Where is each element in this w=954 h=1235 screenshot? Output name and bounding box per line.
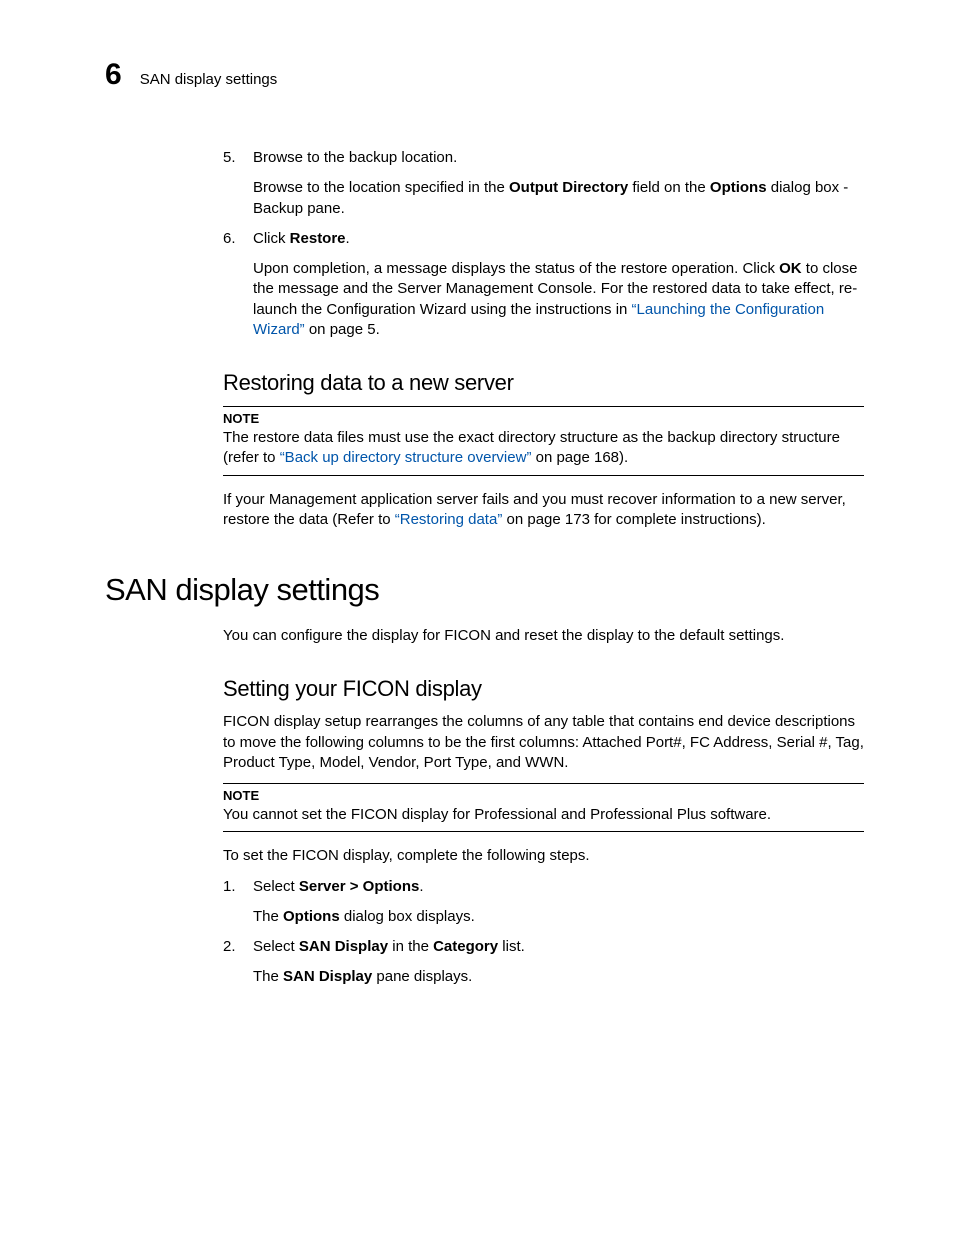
text: The [253,908,283,925]
page-header: 6 SAN display settings [105,58,864,92]
text: Click [253,230,290,247]
bold-text: Output Directory [509,179,628,196]
note-label: NOTE [223,411,864,426]
bold-text: Category [433,938,498,955]
step-body: Select Server > Options. The Options dia… [253,877,864,928]
step-sub: The Options dialog box displays. [253,907,864,927]
heading-restoring-new-server: Restoring data to a new server [223,370,864,396]
bold-text: SAN Display [299,938,388,955]
bold-text: Options [283,908,340,925]
heading-san-display-settings: SAN display settings [105,572,864,608]
text: . [346,230,350,247]
text: on page 5. [305,321,380,338]
text: Browse to the location specified in the [253,179,509,196]
text: Select [253,938,299,955]
text: pane displays. [372,968,472,985]
step-body: Click Restore. Upon completion, a messag… [253,229,864,340]
step-number: 5. [223,148,241,219]
text: Upon completion, a message displays the … [253,260,779,277]
step-number: 6. [223,229,241,340]
bold-text: Restore [290,230,346,247]
ficon-step-2: 2. Select SAN Display in the Category li… [223,937,864,988]
paragraph: To set the FICON display, complete the f… [223,846,864,866]
step-sub: Upon completion, a message displays the … [253,259,864,340]
ficon-step-1: 1. Select Server > Options. The Options … [223,877,864,928]
text: field on the [628,179,710,196]
text: on page 168). [531,449,628,466]
text: Select [253,878,299,895]
step-sub: Browse to the location specified in the … [253,178,864,219]
note-block: NOTE You cannot set the FICON display fo… [223,783,864,832]
note-block: NOTE The restore data files must use the… [223,406,864,476]
step-6: 6. Click Restore. Upon completion, a mes… [223,229,864,340]
bold-text: OK [779,260,802,277]
running-title: SAN display settings [140,71,278,88]
text: in the [388,938,433,955]
note-text: You cannot set the FICON display for Pro… [223,805,864,825]
bold-text: SAN Display [283,968,372,985]
text: on page 173 for complete instructions). [502,511,765,528]
page-content: 5. Browse to the backup location. Browse… [223,148,864,988]
bold-text: Server > Options [299,878,419,895]
step-sub: The SAN Display pane displays. [253,967,864,987]
bold-text: Options [710,179,767,196]
note-text: The restore data files must use the exac… [223,428,864,469]
paragraph: You can configure the display for FICON … [223,626,864,646]
step-number: 2. [223,937,241,988]
text: . [419,878,423,895]
step-number: 1. [223,877,241,928]
text: list. [498,938,525,955]
text: The [253,968,283,985]
paragraph: FICON display setup rearranges the colum… [223,712,864,773]
text: dialog box displays. [340,908,475,925]
step-5: 5. Browse to the backup location. Browse… [223,148,864,219]
note-label: NOTE [223,788,864,803]
heading-setting-ficon-display: Setting your FICON display [223,676,864,702]
chapter-number: 6 [105,58,122,92]
step-body: Browse to the backup location. Browse to… [253,148,864,219]
paragraph: If your Management application server fa… [223,490,864,531]
step-text: Browse to the backup location. [253,149,457,166]
step-body: Select SAN Display in the Category list.… [253,937,864,988]
cross-reference-link[interactable]: “Back up directory structure overview” [280,449,532,466]
cross-reference-link[interactable]: “Restoring data” [395,511,503,528]
